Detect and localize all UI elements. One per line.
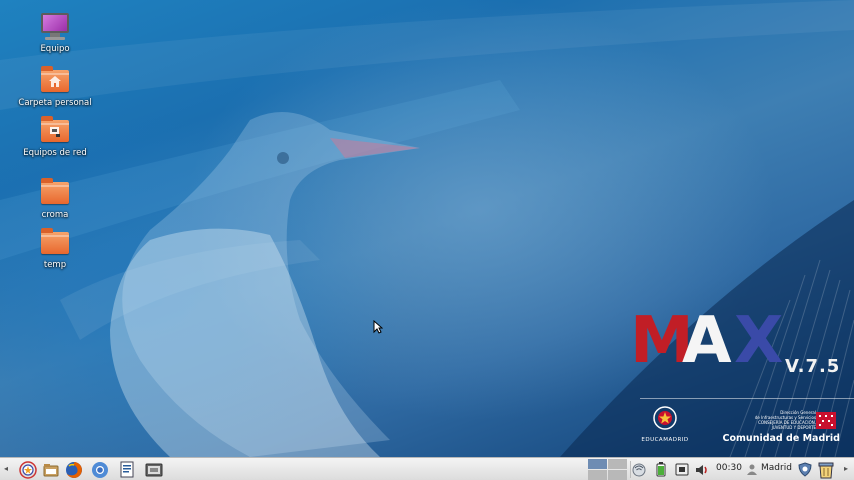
taskbar-scroll-left-icon[interactable]: ◂ [3, 464, 9, 474]
recycle-bin-button[interactable] [816, 460, 836, 479]
main-menu-icon [19, 460, 37, 479]
workspace-3[interactable] [588, 470, 607, 480]
firefox-button[interactable] [64, 460, 84, 479]
volume-icon [695, 464, 707, 475]
workspace-1[interactable] [588, 459, 607, 469]
screenshot-icon [145, 463, 163, 477]
shield-tray-button[interactable] [795, 460, 815, 479]
desktop-wallpaper [0, 0, 854, 457]
cm-name: Comunidad de Madrid [722, 433, 840, 444]
desktop-icon-equipo[interactable]: Equipo [10, 12, 100, 54]
desktop-icon-croma[interactable]: croma [10, 178, 100, 220]
network-icon [632, 463, 646, 476]
taskbar-clock[interactable]: 00:30 [716, 463, 742, 473]
screen-icon [675, 463, 689, 476]
home-folder-icon [39, 66, 71, 96]
desktop-icon-equipos-de-red[interactable]: Equipos de red [10, 116, 100, 158]
file-manager-button[interactable] [41, 460, 61, 479]
chromium-button[interactable] [90, 460, 110, 479]
chromium-icon [92, 461, 108, 478]
desktop-icon-label: Equipo [40, 44, 70, 54]
branding-divider [640, 398, 854, 399]
user-icon [747, 464, 757, 475]
educamadrid-seal-icon [653, 406, 677, 430]
taskbar-user[interactable]: Madrid [761, 463, 792, 473]
volume-tray-button[interactable] [692, 460, 712, 479]
folder-icon [39, 178, 71, 208]
screenshot-button[interactable] [144, 460, 164, 479]
computer-icon [39, 12, 71, 42]
battery-tray-button[interactable] [651, 460, 671, 479]
mouse-cursor-icon [373, 320, 383, 334]
desktop-icon-label: Equipos de red [23, 148, 87, 158]
firefox-icon [66, 461, 82, 478]
desktop-icon-temp[interactable]: temp [10, 228, 100, 270]
workspace-4[interactable] [608, 470, 627, 480]
network-tray-button[interactable] [629, 460, 649, 479]
workspace-pager[interactable] [588, 459, 628, 480]
desktop-icon-label: temp [43, 260, 67, 270]
screen-tray-button[interactable] [672, 460, 692, 479]
max-version-label: V.7.5 [785, 356, 841, 377]
file-manager-icon [43, 463, 59, 476]
max-logo-x: X [734, 304, 784, 378]
educamadrid-logo: EDUCAMADRID [640, 405, 690, 443]
shield-icon [798, 462, 812, 477]
desktop-icon-label: croma [41, 210, 69, 220]
taskbar: ◂ 00:30 Madrid ▸ [0, 457, 854, 480]
educamadrid-text: EDUCAMADRID [641, 437, 689, 443]
battery-icon [656, 462, 666, 477]
taskbar-scroll-right-icon[interactable]: ▸ [843, 464, 849, 474]
trash-icon [818, 462, 834, 478]
text-editor-button[interactable] [117, 460, 137, 479]
workspace-2[interactable] [608, 459, 627, 469]
cm-line: JUVENTUD Y DEPORTE [771, 425, 816, 430]
network-folder-icon [39, 116, 71, 146]
text-editor-icon [120, 461, 134, 478]
madrid-flag-icon [816, 412, 836, 429]
max-logo-a: A [682, 304, 732, 378]
folder-icon [39, 228, 71, 258]
desktop-icon-label: Carpeta personal [18, 98, 92, 108]
desktop-icon-carpeta-personal[interactable]: Carpeta personal [10, 66, 100, 108]
main-menu-button[interactable] [18, 460, 38, 479]
